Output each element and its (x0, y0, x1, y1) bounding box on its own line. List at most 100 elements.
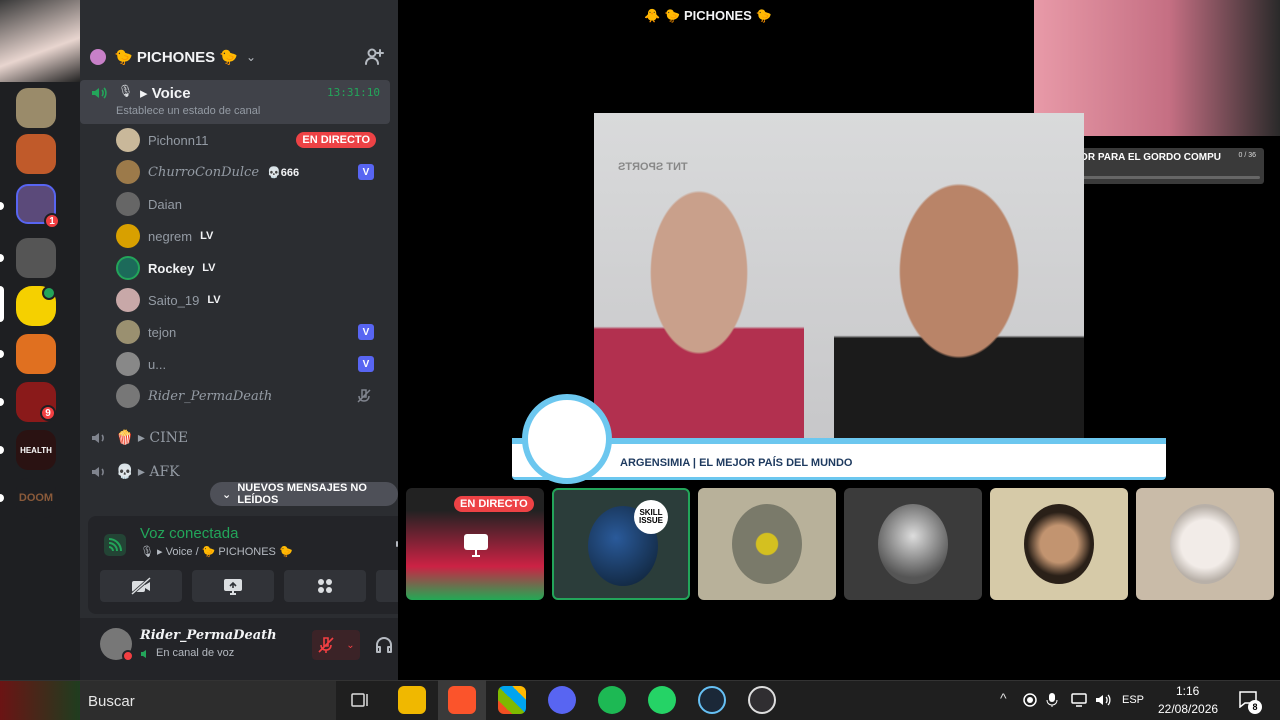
server-icon[interactable] (16, 134, 56, 174)
avatar (116, 384, 140, 408)
headphones-icon[interactable] (374, 636, 394, 654)
member-name: negrem (148, 228, 193, 244)
participant-tile[interactable] (1136, 488, 1274, 600)
muted-mic-icon (357, 389, 371, 403)
speaker-icon (92, 433, 104, 443)
user-status: En canal de voz (156, 647, 235, 659)
channel-sidebar: 🐤 PICHONES 🐤 ⌄ 🎙 ▸ Voice 13:31:10 Establ… (80, 0, 478, 680)
stream-tile[interactable]: EN DIRECTO (406, 488, 544, 600)
brave-browser-icon[interactable] (448, 686, 476, 714)
network-icon[interactable] (1070, 692, 1088, 708)
sticker: SKILL ISSUE (634, 500, 668, 534)
voice-member[interactable]: Saito_19 LV (116, 286, 386, 314)
unread-pill-indicator (0, 254, 4, 262)
participant-tile[interactable]: SKILL ISSUE (552, 488, 690, 600)
mic-tray-icon[interactable] (1046, 692, 1058, 708)
whatsapp-icon[interactable] (648, 686, 676, 714)
voice-member[interactable]: Daian (116, 190, 386, 218)
chevron-up-icon[interactable]: ^ (1000, 690, 1007, 706)
username[interactable]: Rider_PermaDeath (140, 628, 277, 643)
unread-pill-indicator (0, 202, 4, 210)
avatar (116, 256, 140, 280)
voice-member[interactable]: ChurroConDulce 💀666 V (116, 158, 386, 186)
spotify-icon[interactable] (598, 686, 626, 714)
voice-channel-afk[interactable]: 💀 ▸ AFK (90, 460, 380, 484)
participant-avatar (878, 504, 948, 584)
voice-channel-active[interactable]: 🎙 ▸ Voice 13:31:10 Establece un estado d… (80, 80, 390, 124)
mic-icon: 🎙 (118, 84, 134, 98)
selected-server-indicator (0, 286, 4, 322)
video-person (834, 173, 1084, 443)
steam-icon[interactable] (698, 686, 726, 714)
activities-button[interactable] (284, 570, 366, 602)
channel-status[interactable]: Establece un estado de canal (116, 105, 260, 117)
member-name: Rockey (148, 260, 195, 276)
avatar (116, 320, 140, 344)
voice-member[interactable]: Rockey LV (116, 254, 386, 282)
mention-badge: 1 (44, 213, 60, 229)
member-name: Daian (148, 196, 182, 212)
camera-toggle-button[interactable] (100, 570, 182, 602)
mute-button[interactable]: ⌄ (312, 630, 360, 660)
clock-date[interactable]: 22/08/2026 (1158, 702, 1218, 716)
stream-stage: 🐥 🐤 PICHONES 🐤 MONITOR PARA EL GORDO COM… (398, 0, 1280, 680)
microsoft-store-icon[interactable] (498, 686, 526, 714)
guild-header[interactable]: 🐤 PICHONES 🐤 ⌄ (80, 38, 398, 76)
server-icon-doom[interactable]: DOOM (16, 478, 56, 518)
add-member-icon[interactable] (364, 47, 384, 67)
guild-boost-icon (90, 49, 106, 65)
voice-member[interactable]: tejon V (116, 318, 386, 346)
search-label: Buscar (88, 692, 135, 710)
voice-member[interactable]: u... V (116, 350, 386, 378)
taskbar-search[interactable]: Buscar (80, 681, 336, 720)
voice-member[interactable]: negrem LV (116, 222, 386, 250)
participant-tile[interactable] (844, 488, 982, 600)
screen-share-icon (464, 534, 488, 557)
unread-pill-indicator (0, 350, 4, 358)
verified-icon: V (358, 324, 374, 340)
volume-icon[interactable] (1094, 692, 1112, 708)
record-icon[interactable] (1022, 692, 1038, 708)
voice-member[interactable]: Rider_PermaDeath (116, 382, 386, 410)
server-icon[interactable] (16, 334, 56, 374)
voice-connected-channel[interactable]: 🎙 ▸ Voice / 🐤 PICHONES 🐤 (140, 545, 293, 558)
server-icon[interactable] (16, 238, 56, 278)
server-icon[interactable] (16, 88, 56, 128)
main-video[interactable]: TNT SPORTS (594, 113, 1084, 443)
unread-pill-indicator (0, 494, 4, 502)
unread-messages-pill[interactable]: ⌄ NUEVOS MENSAJES NO LEÍDOS (210, 482, 398, 506)
member-name: tejon (148, 324, 177, 340)
taskbar-preview-thumbnail[interactable] (0, 681, 80, 720)
participant-avatar (1024, 504, 1094, 584)
clock-time[interactable]: 1:16 (1176, 684, 1199, 698)
server-icon-health[interactable]: HEALTH (16, 430, 56, 470)
participant-avatar (1170, 504, 1240, 584)
voice-channel-cine[interactable]: 🍿 ▸ CINE (90, 426, 380, 450)
task-view-icon[interactable] (350, 690, 370, 710)
file-explorer-icon[interactable] (398, 686, 426, 714)
banner-avatar-logo (522, 394, 612, 484)
discord-icon[interactable] (548, 686, 576, 714)
goal-count: 0 / 36 (1238, 152, 1256, 159)
verified-icon: V (358, 164, 374, 180)
channel-name: 💀 ▸ AFK (116, 464, 180, 480)
chevron-down-icon[interactable]: ⌄ (346, 640, 354, 651)
voice-member[interactable]: Pichonn11 EN DIRECTO (116, 126, 386, 154)
avatar (116, 288, 140, 312)
banner-text: ARGENSIMIA | EL MEJOR PAÍS DEL MUNDO (620, 457, 853, 469)
member-name: Rider_PermaDeath (148, 388, 273, 404)
obs-icon[interactable] (748, 686, 776, 714)
screen-share-button[interactable] (192, 570, 274, 602)
member-name: Pichonn11 (148, 132, 209, 148)
connection-signal-icon[interactable] (102, 532, 128, 558)
streamer-webcam (0, 0, 80, 82)
voice-connected-title[interactable]: Voz conectada (140, 525, 238, 542)
language-indicator[interactable]: ESP (1122, 694, 1144, 706)
speaker-icon (92, 467, 104, 477)
windows-taskbar: Buscar (0, 680, 1280, 720)
channel-name: 🍿 ▸ CINE (116, 430, 189, 446)
participant-tile[interactable] (698, 488, 836, 600)
stage-title: 🐥 🐤 PICHONES 🐤 (644, 8, 772, 23)
participant-tile[interactable] (990, 488, 1128, 600)
server-rail: 1 9 HEALTH DOOM (0, 0, 80, 680)
